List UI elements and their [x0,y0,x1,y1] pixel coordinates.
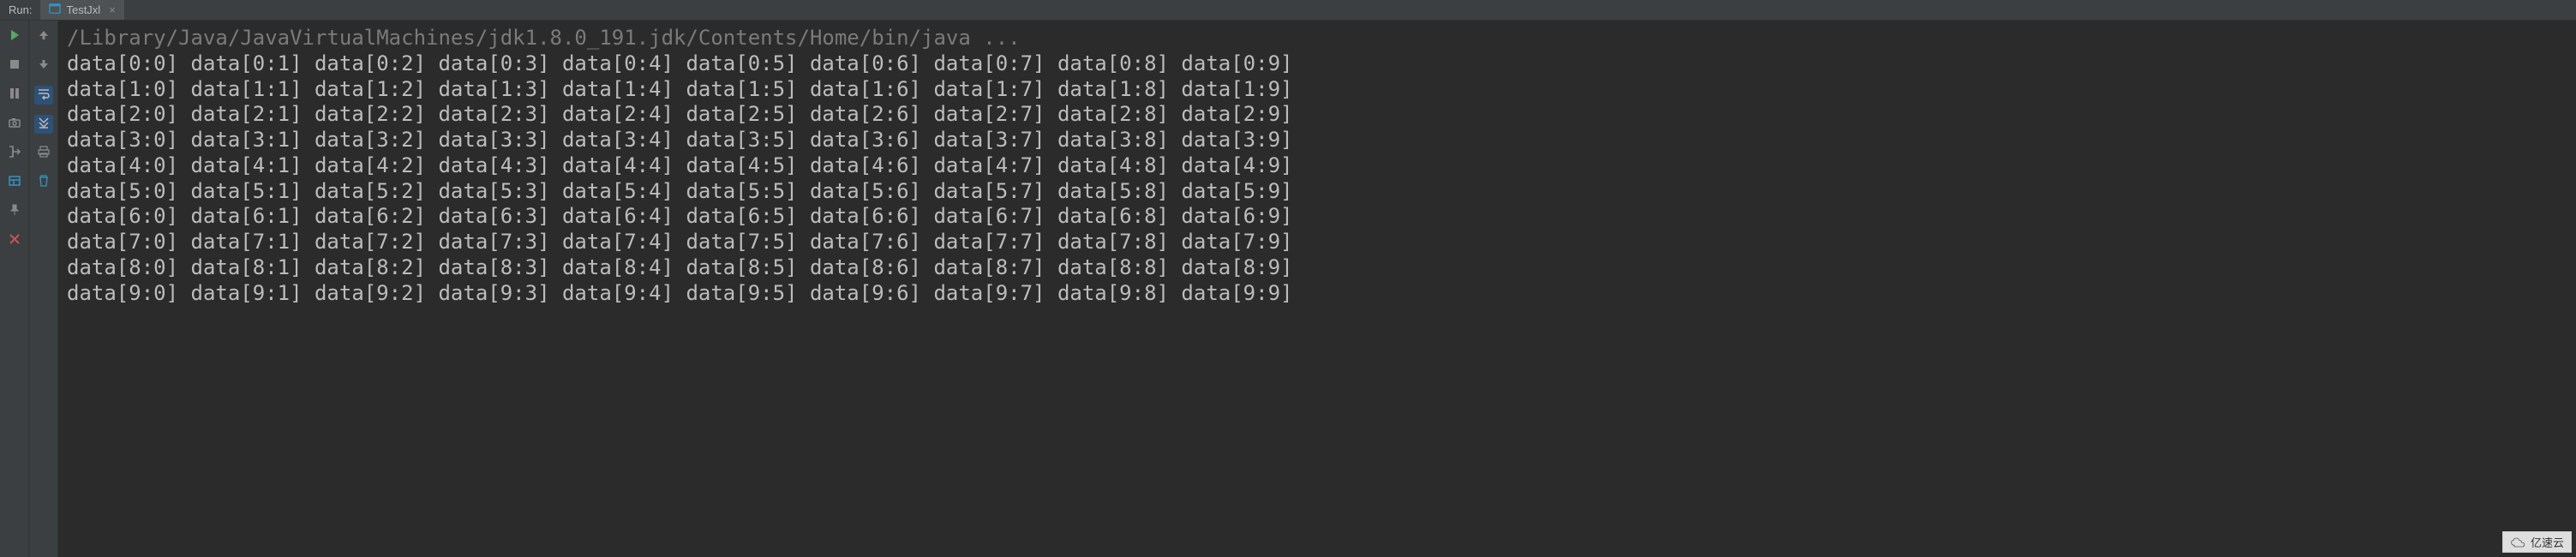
layout-button[interactable] [5,173,24,192]
up-icon [37,28,51,46]
run-label: Run: [0,3,40,16]
close-button[interactable] [5,231,24,250]
console-line: data[0:0] data[0:1] data[0:2] data[0:3] … [67,51,2567,77]
close-tab-icon[interactable]: × [109,3,116,16]
run-tab-label: TestJxl [66,3,100,16]
watermark: 亿速云 [2502,531,2572,553]
camera-icon [8,116,21,134]
run-tab[interactable]: TestJxl × [40,0,123,20]
run-config-icon [49,3,61,17]
play-green-icon [8,28,21,46]
exit-icon [8,145,21,163]
dump-threads-button[interactable] [5,115,24,134]
rerun-button[interactable] [5,27,24,46]
pin-icon [8,203,21,221]
console-line: data[4:0] data[4:1] data[4:2] data[4:3] … [67,153,2567,179]
close-red-icon [8,232,21,250]
scroll-end-icon [37,116,51,134]
console-line: data[1:0] data[1:1] data[1:2] data[1:3] … [67,77,2567,103]
scroll-end-button[interactable] [34,115,53,134]
down-icon [37,57,51,75]
clear-all-button[interactable] [34,173,53,192]
console-line: data[8:0] data[8:1] data[8:2] data[8:3] … [67,255,2567,281]
up-button[interactable] [34,27,53,46]
exit-button[interactable] [5,144,24,163]
console-line: data[9:0] data[9:1] data[9:2] data[9:3] … [67,281,2567,307]
pause-icon [8,87,21,105]
layout-icon [8,174,21,192]
pin-button[interactable] [5,202,24,221]
stop-icon [8,57,21,75]
watermark-text: 亿速云 [2531,534,2564,550]
console-command-line: /Library/Java/JavaVirtualMachines/jdk1.8… [67,26,2567,51]
print-button[interactable] [34,144,53,163]
console-line: data[2:0] data[2:1] data[2:2] data[2:3] … [67,102,2567,128]
tool-window-header: Run: TestJxl × [0,0,2576,21]
stop-button[interactable] [5,57,24,75]
console-line: data[5:0] data[5:1] data[5:2] data[5:3] … [67,179,2567,205]
down-button[interactable] [34,57,53,75]
trash-icon [37,174,51,192]
run-toolbar-right [29,21,58,557]
print-icon [37,145,51,163]
soft-wrap-button[interactable] [34,86,53,105]
wrap-icon [37,87,51,105]
cloud-icon [2510,536,2527,548]
console-line: data[6:0] data[6:1] data[6:2] data[6:3] … [67,204,2567,230]
console-line: data[3:0] data[3:1] data[3:2] data[3:3] … [67,128,2567,153]
console-line: data[7:0] data[7:1] data[7:2] data[7:3] … [67,230,2567,255]
console-output[interactable]: /Library/Java/JavaVirtualMachines/jdk1.8… [58,21,2576,557]
pause-button[interactable] [5,86,24,105]
run-toolbar-left [0,21,29,557]
